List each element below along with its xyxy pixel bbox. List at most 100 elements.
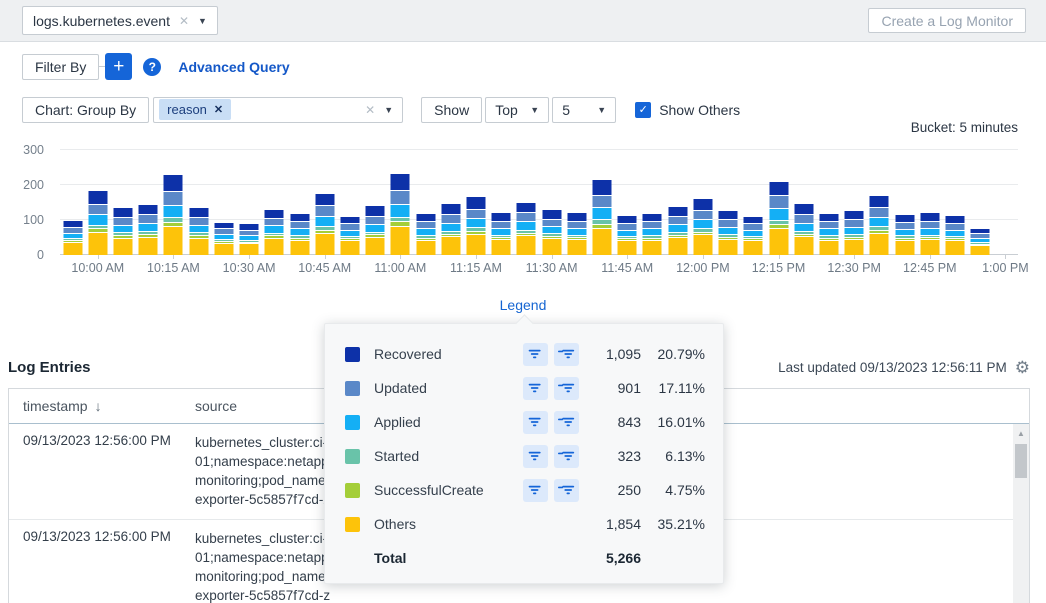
chart-controls: Chart: Group By reason ✕ ✕ ▼ Show Top ▼ … xyxy=(22,96,1018,123)
add-filter-button[interactable]: + xyxy=(105,53,132,80)
bar-11:40 AM[interactable] xyxy=(593,180,612,255)
filter-exclude-button[interactable] xyxy=(554,479,579,502)
chevron-down-icon[interactable]: ▼ xyxy=(384,105,393,115)
bar-12:25 PM[interactable] xyxy=(819,214,838,255)
bar-segment-others xyxy=(114,239,133,255)
filter-exclude-button[interactable] xyxy=(554,411,579,434)
filter-include-button[interactable] xyxy=(523,445,548,468)
log-source-select[interactable]: logs.kubernetes.event ✕ ▼ xyxy=(22,6,218,35)
filter-by-button[interactable]: Filter By xyxy=(22,54,99,80)
bar-segment-updated xyxy=(164,192,183,206)
bar-11:15 AM[interactable] xyxy=(466,197,485,255)
x-tick-mark xyxy=(325,255,326,259)
legend-swatch xyxy=(345,483,360,498)
bar-10:45 AM[interactable] xyxy=(315,194,334,255)
bar-12:05 PM[interactable] xyxy=(719,211,738,255)
bar-10:55 AM[interactable] xyxy=(366,206,385,255)
bar-11:30 AM[interactable] xyxy=(542,210,561,255)
gridline-300 xyxy=(60,149,1018,150)
x-tick-mark xyxy=(703,255,704,259)
legend-popup: Recovered1,09520.79%Updated90117.11%Appl… xyxy=(324,323,724,584)
bar-11:05 AM[interactable] xyxy=(416,214,435,255)
create-log-monitor-button[interactable]: Create a Log Monitor xyxy=(868,8,1026,33)
bar-11:35 AM[interactable] xyxy=(567,213,586,255)
legend-series-pct: 35.21% xyxy=(641,516,705,532)
count-select[interactable]: 5 ▼ xyxy=(552,97,616,123)
bar-11:00 AM[interactable] xyxy=(391,174,410,255)
scrollbar-thumb[interactable] xyxy=(1015,444,1027,478)
clear-combobox-icon[interactable]: ✕ xyxy=(365,103,375,117)
group-by-tag[interactable]: reason ✕ xyxy=(159,99,231,120)
bar-segment-recovered xyxy=(391,174,410,191)
gear-icon[interactable]: ⚙ xyxy=(1015,359,1030,376)
x-tick-mark xyxy=(476,255,477,259)
scrollbar-up-icon[interactable]: ▲ xyxy=(1013,424,1029,438)
bar-11:45 AM[interactable] xyxy=(618,216,637,255)
group-by-combobox[interactable]: reason ✕ ✕ ▼ xyxy=(153,97,403,123)
legend-series-name: SuccessfulCreate xyxy=(374,482,523,498)
bar-12:45 PM[interactable] xyxy=(920,213,939,255)
bar-segment-others xyxy=(895,241,914,255)
cell-timestamp: 09/13/2023 12:56:00 PM xyxy=(9,529,195,603)
bar-12:35 PM[interactable] xyxy=(870,196,889,255)
chevron-down-icon: ▼ xyxy=(530,105,539,115)
bar-segment-applied xyxy=(693,220,712,229)
filter-exclude-button[interactable] xyxy=(554,445,579,468)
bar-12:40 PM[interactable] xyxy=(895,215,914,255)
bar-segment-applied xyxy=(366,225,385,233)
bar-10:30 AM[interactable] xyxy=(240,224,259,255)
filter-include-button[interactable] xyxy=(523,479,548,502)
bar-segment-updated xyxy=(88,205,107,216)
bar-12:30 PM[interactable] xyxy=(845,211,864,255)
bar-11:20 AM[interactable] xyxy=(492,213,511,255)
filter-exclude-button[interactable] xyxy=(554,377,579,400)
chevron-down-icon[interactable]: ▼ xyxy=(198,16,207,26)
bar-10:50 AM[interactable] xyxy=(340,217,359,255)
bar-10:15 AM[interactable] xyxy=(164,175,183,255)
legend-total-row: Total 5,266 xyxy=(345,541,705,575)
top-select[interactable]: Top ▼ xyxy=(485,97,549,123)
bar-9:55 AM[interactable] xyxy=(63,221,82,255)
bar-12:00 PM[interactable] xyxy=(693,199,712,255)
legend-toggle-link[interactable]: Legend xyxy=(500,297,547,313)
bar-12:15 PM[interactable] xyxy=(769,182,788,255)
sort-desc-icon[interactable]: ↓ xyxy=(95,398,102,414)
bar-10:05 AM[interactable] xyxy=(114,208,133,255)
filter-include-button[interactable] xyxy=(523,343,548,366)
remove-tag-icon[interactable]: ✕ xyxy=(214,103,223,116)
filter-include-button[interactable] xyxy=(523,411,548,434)
bar-10:00 AM[interactable] xyxy=(88,191,107,255)
bar-segment-updated xyxy=(466,210,485,220)
table-scrollbar[interactable]: ▲ xyxy=(1013,424,1029,603)
bar-11:10 AM[interactable] xyxy=(441,204,460,255)
bar-segment-others xyxy=(240,244,259,255)
bar-segment-applied xyxy=(492,229,511,236)
filter-exclude-button[interactable] xyxy=(554,343,579,366)
bar-12:50 PM[interactable] xyxy=(945,216,964,255)
bar-11:25 AM[interactable] xyxy=(517,203,536,255)
checkbox-check-icon[interactable]: ✓ xyxy=(635,102,651,118)
bar-segment-others xyxy=(643,241,662,255)
chevron-down-icon: ▼ xyxy=(597,105,606,115)
bar-segment-applied xyxy=(88,215,107,225)
filter-include-button[interactable] xyxy=(523,377,548,400)
bar-10:10 AM[interactable] xyxy=(139,205,158,255)
bar-11:50 AM[interactable] xyxy=(643,214,662,255)
x-tick-mark xyxy=(400,255,401,259)
bar-10:40 AM[interactable] xyxy=(290,214,309,255)
bar-10:25 AM[interactable] xyxy=(214,223,233,255)
bar-12:55 PM[interactable] xyxy=(971,229,990,255)
column-header-timestamp[interactable]: timestamp xyxy=(23,398,88,414)
column-header-source[interactable]: source xyxy=(195,398,237,414)
bar-segment-applied xyxy=(265,226,284,233)
show-others-checkbox[interactable]: ✓ Show Others xyxy=(635,102,740,118)
advanced-query-link[interactable]: Advanced Query xyxy=(178,59,289,75)
bar-11:55 AM[interactable] xyxy=(668,207,687,255)
help-icon[interactable]: ? xyxy=(143,58,161,76)
bar-10:35 AM[interactable] xyxy=(265,210,284,255)
bar-12:10 PM[interactable] xyxy=(744,217,763,255)
bar-12:20 PM[interactable] xyxy=(794,204,813,255)
bar-10:20 AM[interactable] xyxy=(189,208,208,255)
clear-log-source-icon[interactable]: ✕ xyxy=(179,14,189,28)
bar-segment-recovered xyxy=(593,180,612,196)
